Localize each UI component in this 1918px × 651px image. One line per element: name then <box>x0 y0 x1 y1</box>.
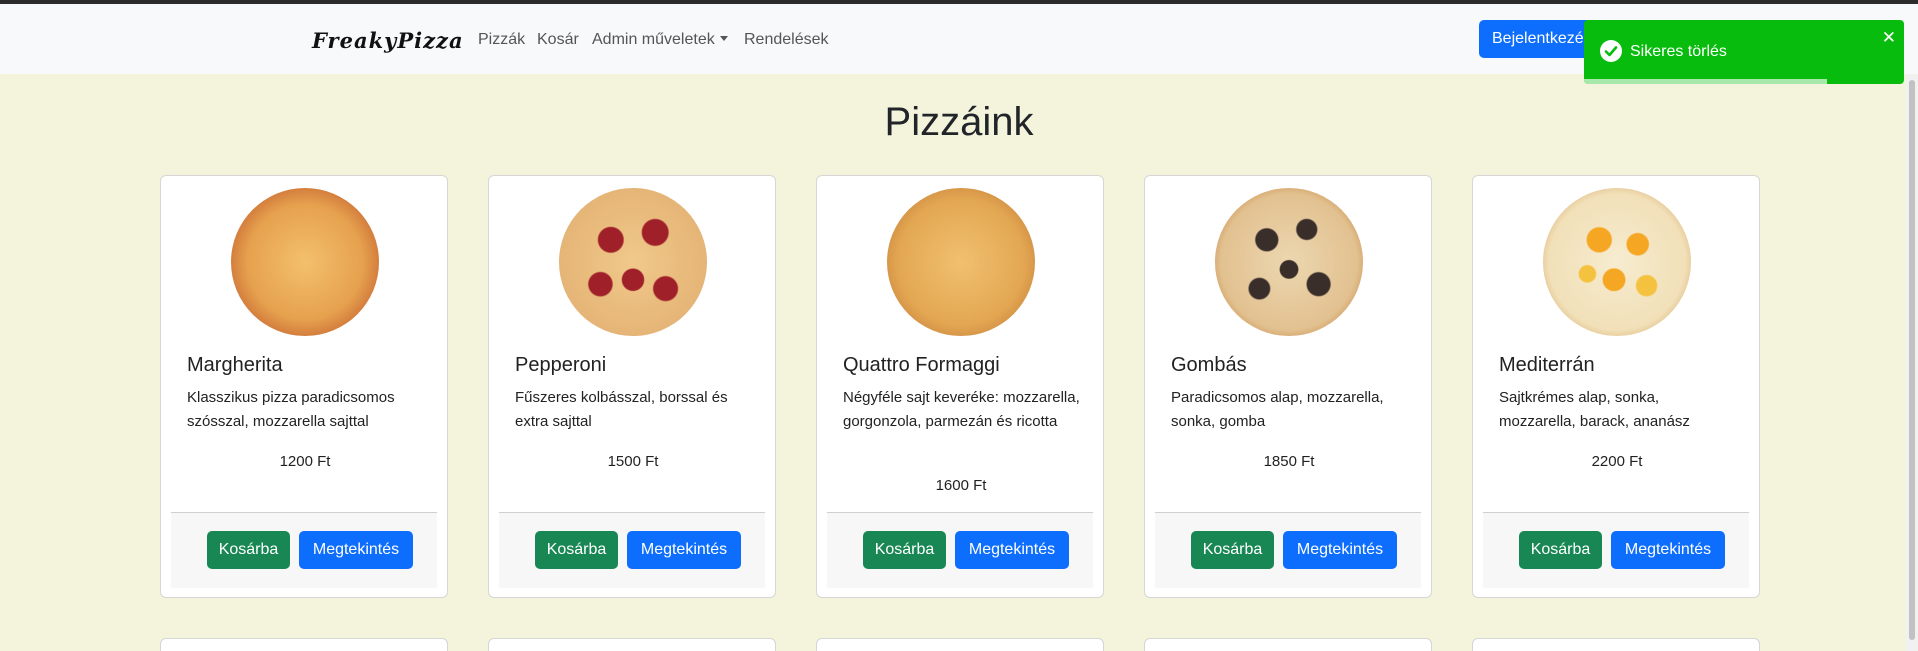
card-footer: Kosárba Megtekintés <box>499 512 765 588</box>
card-footer: Kosárba Megtekintés <box>827 512 1093 588</box>
pizza-price: 2200 Ft <box>1591 453 1643 470</box>
card-footer: Kosárba Megtekintés <box>1483 512 1749 588</box>
add-to-cart-button[interactable]: Kosárba <box>1191 531 1274 569</box>
card-footer: Kosárba Megtekintés <box>171 512 437 588</box>
pizza-description: Klasszikus pizza paradicsomos szósszal, … <box>187 389 395 430</box>
pizza-name: Quattro Formaggi <box>843 354 1000 376</box>
scrollbar[interactable] <box>1906 74 1918 651</box>
nav-link-pizzas[interactable]: Pizzák <box>478 31 525 49</box>
pizza-description: Sajtkrémes alap, sonka, mozzarella, bara… <box>1499 389 1690 430</box>
pizza-image <box>231 188 379 336</box>
pizza-description: Fűszeres kolbásszal, borssal és extra sa… <box>515 389 728 430</box>
pizza-image <box>887 188 1035 336</box>
pizza-card: Margherita Klasszikus pizza paradicsomos… <box>160 175 448 598</box>
view-button[interactable]: Megtekintés <box>299 531 413 569</box>
nav-link-admin[interactable]: Admin műveletek <box>592 31 728 49</box>
close-icon[interactable]: ✕ <box>1882 28 1896 48</box>
pizza-card: Gombás Paradicsomos alap, mozzarella, so… <box>1144 175 1432 598</box>
view-button[interactable]: Megtekintés <box>627 531 741 569</box>
success-toast: Sikeres törlés ✕ <box>1584 20 1904 84</box>
pizza-price: 1850 Ft <box>1263 453 1315 470</box>
nav-link-cart[interactable]: Kosár <box>537 31 579 49</box>
pizza-price: 1200 Ft <box>279 453 331 470</box>
pizza-card-partial <box>488 638 776 651</box>
brand-logo[interactable]: FreakyPizza <box>312 28 464 53</box>
page-title: Pizzáink <box>884 100 1034 144</box>
pizza-card-partial <box>160 638 448 651</box>
pizza-card: Quattro Formaggi Négyféle sajt keveréke:… <box>816 175 1104 598</box>
pizza-image <box>1215 188 1363 336</box>
pizza-name: Gombás <box>1171 354 1247 376</box>
add-to-cart-button[interactable]: Kosárba <box>1519 531 1602 569</box>
add-to-cart-button[interactable]: Kosárba <box>535 531 618 569</box>
pizza-card-partial <box>1144 638 1432 651</box>
check-circle-icon <box>1600 40 1622 62</box>
pizza-card-partial <box>816 638 1104 651</box>
pizza-name: Mediterrán <box>1499 354 1595 376</box>
pizza-price: 1500 Ft <box>607 453 659 470</box>
pizza-image <box>1543 188 1691 336</box>
view-button[interactable]: Megtekintés <box>1611 531 1725 569</box>
view-button[interactable]: Megtekintés <box>1283 531 1397 569</box>
pizza-card: Pepperoni Fűszeres kolbásszal, borssal é… <box>488 175 776 598</box>
chevron-down-icon <box>719 36 728 41</box>
add-to-cart-button[interactable]: Kosárba <box>207 531 290 569</box>
card-footer: Kosárba Megtekintés <box>1155 512 1421 588</box>
pizza-card-partial <box>1472 638 1760 651</box>
scrollbar-thumb[interactable] <box>1909 80 1915 640</box>
toast-progress-bar <box>1584 79 1828 84</box>
pizza-description: Négyféle sajt keveréke: mozzarella, gorg… <box>843 389 1080 430</box>
view-button[interactable]: Megtekintés <box>955 531 1069 569</box>
pizza-name: Pepperoni <box>515 354 607 376</box>
toast-message: Sikeres törlés <box>1630 43 1727 60</box>
pizza-price: 1600 Ft <box>935 477 987 494</box>
pizza-card: Mediterrán Sajtkrémes alap, sonka, mozza… <box>1472 175 1760 598</box>
nav-link-orders[interactable]: Rendelések <box>744 31 829 49</box>
pizza-description: Paradicsomos alap, mozzarella, sonka, go… <box>1171 389 1384 430</box>
nav-link-admin-label: Admin műveletek <box>592 31 715 48</box>
pizza-name: Margherita <box>187 354 283 376</box>
pizza-image <box>559 188 707 336</box>
add-to-cart-button[interactable]: Kosárba <box>863 531 946 569</box>
